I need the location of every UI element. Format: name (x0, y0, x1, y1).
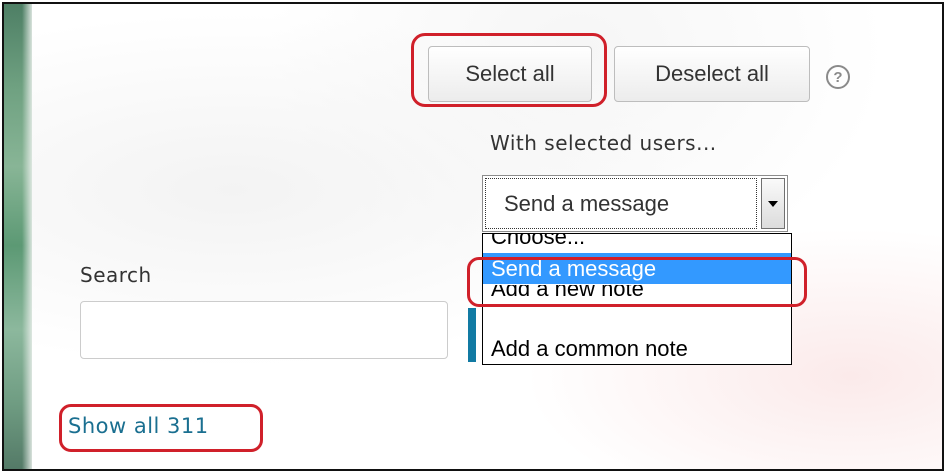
screenshot-frame: Select all Deselect all ? With selected … (2, 2, 944, 471)
accent-strip (468, 308, 476, 362)
search-input[interactable] (80, 301, 448, 359)
option-add-common-note[interactable]: Add a common note (483, 333, 791, 364)
left-edge-background (4, 4, 32, 469)
deselect-all-button[interactable]: Deselect all (614, 46, 810, 102)
help-icon[interactable]: ? (826, 65, 850, 89)
with-selected-users-label: With selected users... (490, 131, 717, 155)
select-current-value: Send a message (485, 178, 757, 229)
option-add-new-note-wrap: Add a new note (483, 285, 791, 304)
option-send-message[interactable]: Send a message (483, 253, 791, 284)
show-all-link[interactable]: Show all 311 (68, 414, 209, 438)
chevron-down-icon[interactable] (761, 178, 785, 229)
search-label: Search (80, 263, 152, 287)
select-all-button[interactable]: Select all (428, 46, 592, 102)
help-glyph: ? (833, 68, 843, 86)
bulk-action-select[interactable]: Send a message (482, 175, 788, 232)
option-choose[interactable]: Choose... (483, 234, 791, 252)
option-add-new-note[interactable]: Add a new note (483, 285, 791, 304)
bulk-action-dropdown: Choose... Send a message Add a new note … (482, 233, 792, 365)
